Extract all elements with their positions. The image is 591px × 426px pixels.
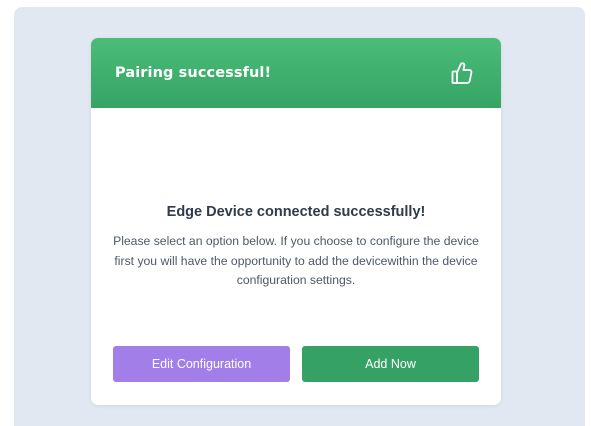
- edit-configuration-button[interactable]: Edit Configuration: [113, 346, 290, 382]
- pairing-success-dialog: Pairing successful! Edge Device connecte…: [91, 38, 501, 405]
- dialog-header: Pairing successful!: [91, 38, 501, 108]
- dialog-title: Pairing successful!: [115, 65, 272, 81]
- dialog-body: Edge Device connected successfully! Plea…: [91, 108, 501, 405]
- thumbs-up-icon: [450, 60, 474, 86]
- instruction-text: Please select an option below. If you ch…: [113, 234, 479, 287]
- success-heading: Edge Device connected successfully!: [166, 204, 426, 220]
- add-now-button[interactable]: Add Now: [302, 346, 479, 382]
- dialog-actions: Edit Configuration Add Now: [113, 346, 479, 382]
